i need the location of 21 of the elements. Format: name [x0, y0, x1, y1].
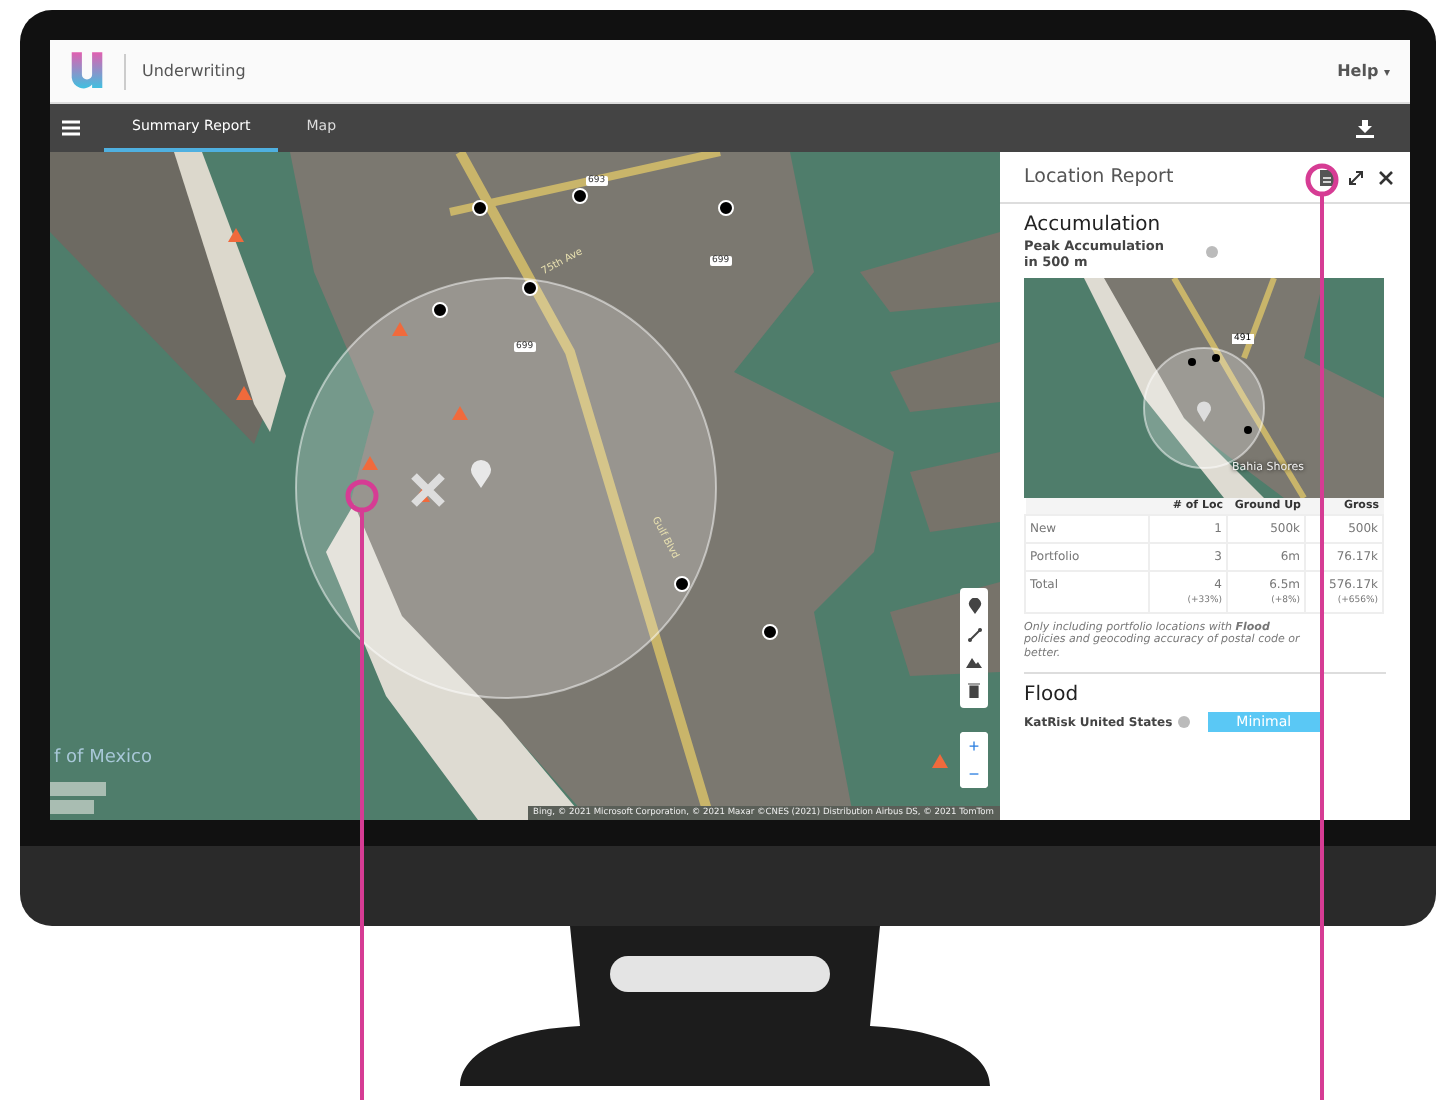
triangle-marker[interactable]: [362, 456, 378, 470]
logo-icon: [70, 52, 104, 90]
triangle-marker[interactable]: [228, 228, 244, 242]
line-icon[interactable]: [967, 628, 981, 642]
panel-title: Location Report: [1024, 166, 1174, 188]
triangle-marker[interactable]: [452, 406, 468, 420]
menu-icon[interactable]: [62, 120, 80, 136]
triangle-marker[interactable]: [392, 322, 408, 336]
close-icon[interactable]: [1378, 169, 1394, 185]
satellite-map-drawing[interactable]: [50, 152, 1000, 820]
triangle-marker[interactable]: [236, 386, 252, 400]
download-icon[interactable]: [1356, 119, 1374, 137]
triangle-marker[interactable]: [932, 754, 948, 768]
trash-icon[interactable]: [968, 682, 980, 698]
app-name: Underwriting: [142, 62, 246, 80]
map-region-label: f of Mexico: [54, 748, 152, 768]
section-heading: Accumulation: [1024, 214, 1163, 236]
expand-icon[interactable]: [1348, 169, 1364, 185]
pin-icon[interactable]: [967, 598, 981, 614]
mountain-icon[interactable]: [966, 656, 982, 668]
section-heading: Flood: [1024, 684, 1081, 707]
